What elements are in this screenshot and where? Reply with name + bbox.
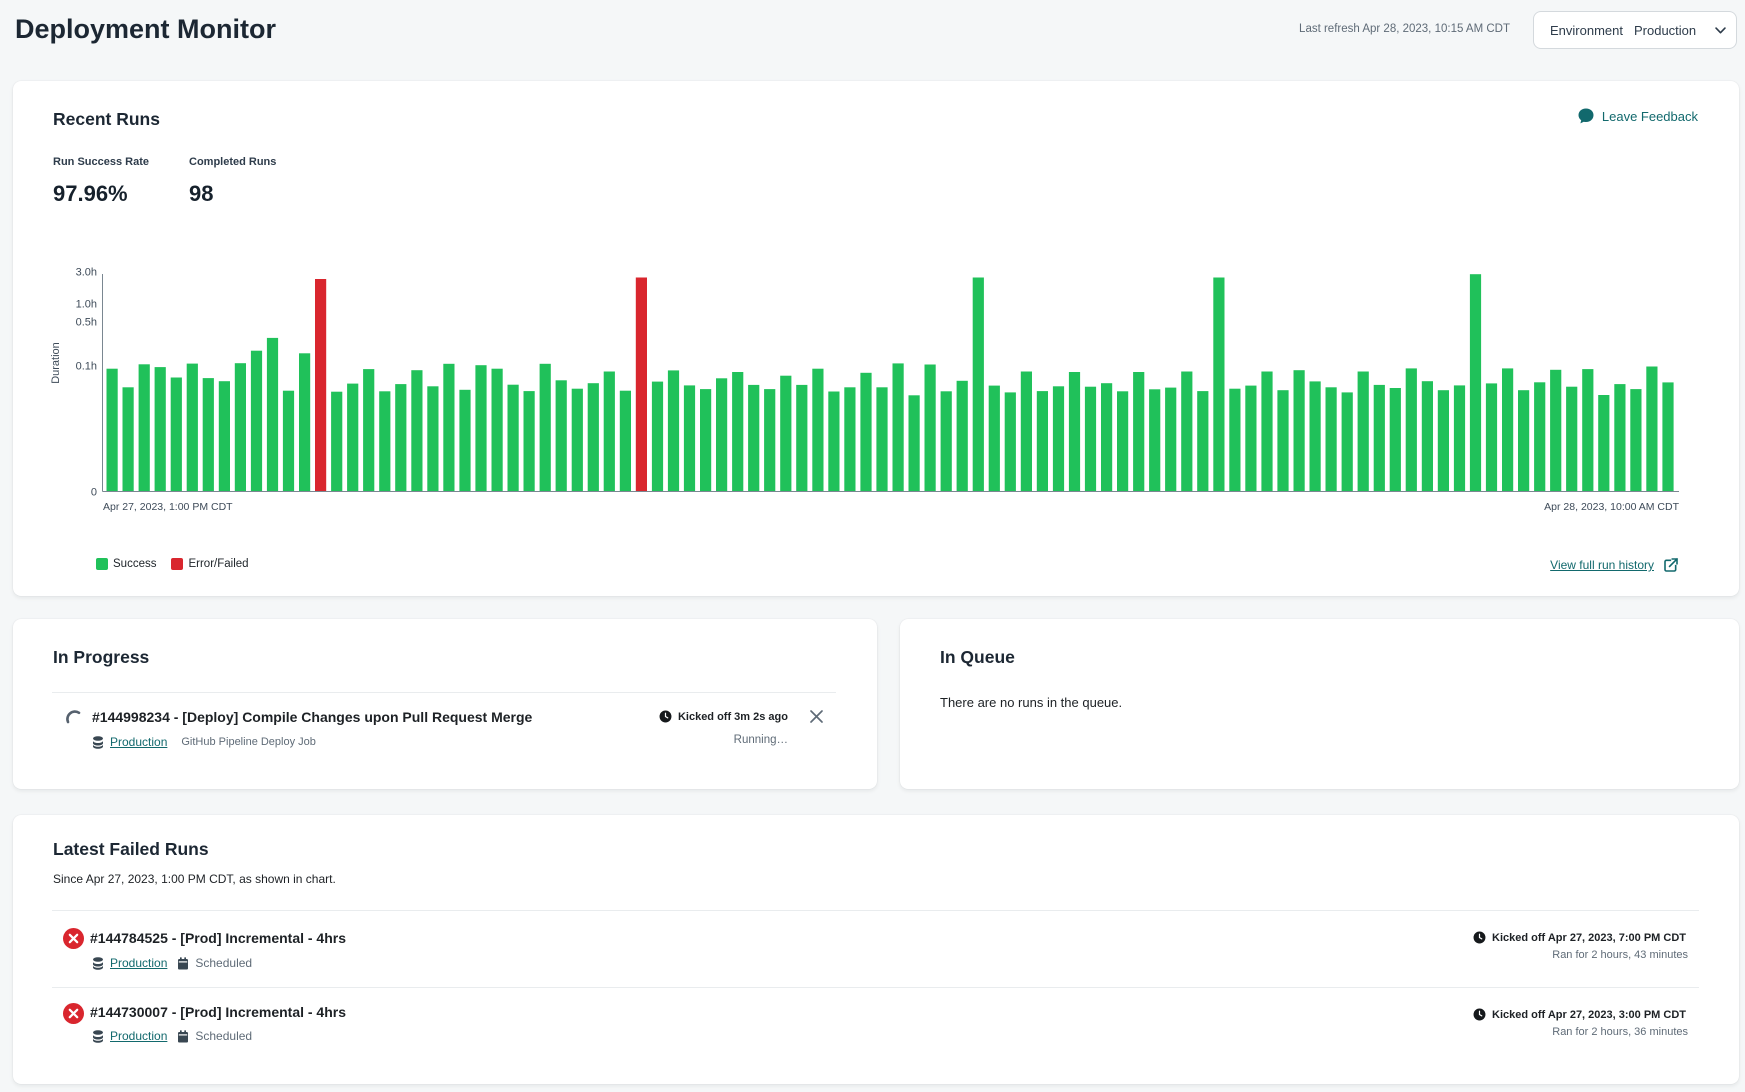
svg-text:0.5h: 0.5h (76, 317, 97, 329)
svg-text:0: 0 (91, 487, 97, 499)
svg-text:Apr 28, 2023, 10:00 AM CDT: Apr 28, 2023, 10:00 AM CDT (1544, 501, 1679, 513)
svg-text:0.1h: 0.1h (76, 361, 97, 373)
svg-text:Duration: Duration (50, 342, 62, 384)
svg-text:3.0h: 3.0h (76, 267, 97, 279)
svg-text:1.0h: 1.0h (76, 299, 97, 311)
svg-text:Apr 27, 2023, 1:00 PM CDT: Apr 27, 2023, 1:00 PM CDT (103, 501, 233, 513)
